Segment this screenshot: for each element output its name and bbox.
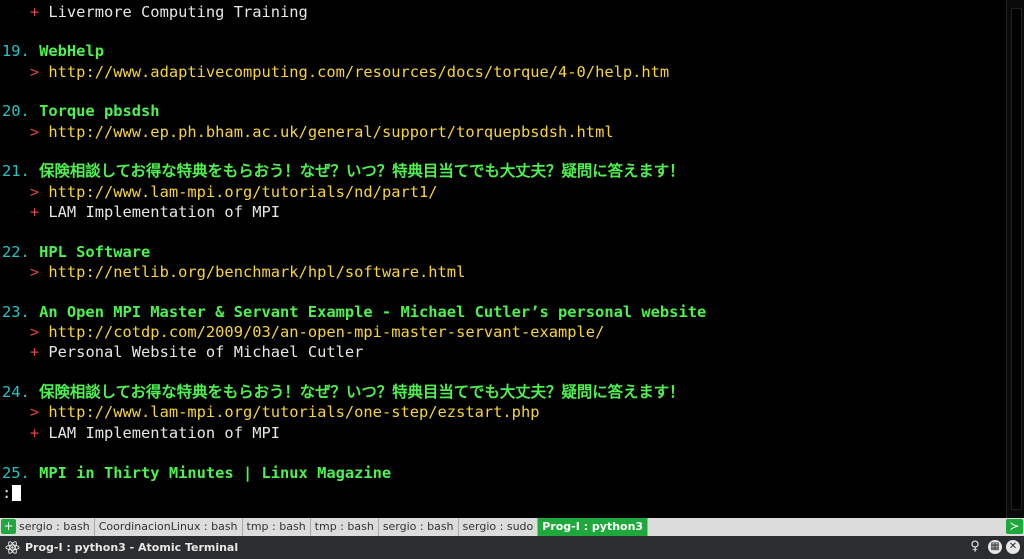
prompt-symbol: : — [2, 484, 12, 502]
result-title-line: 23. An Open MPI Master & Servant Example… — [2, 302, 706, 322]
terminal-icon[interactable]: ≻ — [1006, 519, 1023, 534]
window-status-bar: Prog-I : python3 - Atomic Terminal ♀ ▦ ✕ — [0, 536, 1024, 559]
result-title-line: 25. MPI in Thirty Minutes | Linux Magazi… — [2, 463, 391, 483]
result-url-line: > http://cotdp.com/2009/03/an-open-mpi-m… — [2, 322, 605, 342]
result-description-line: + LAM Implementation of MPI — [2, 423, 280, 443]
result-url-line: > http://www.lam-mpi.org/tutorials/nd/pa… — [2, 182, 438, 202]
result-url[interactable]: http://www.adaptivecomputing.com/resourc… — [48, 63, 669, 81]
description-marker: + — [29, 343, 40, 361]
result-number: 19. — [2, 42, 30, 60]
result-url[interactable]: http://www.lam-mpi.org/tutorials/nd/part… — [48, 183, 437, 201]
result-number: 23. — [2, 303, 30, 321]
text-cursor — [12, 485, 22, 501]
scrollbar-thumb[interactable] — [1011, 8, 1022, 510]
result-title: MPI in Thirty Minutes | Linux Magazine — [39, 464, 392, 482]
url-marker: > — [29, 63, 40, 81]
result-number: 22. — [2, 243, 30, 261]
tab-list: sergio : bash CoordinacionLinux : bash tmp… — [15, 518, 649, 536]
tab[interactable]: tmp : bash — [243, 518, 311, 536]
result-title: An Open MPI Master & Servant Example - M… — [39, 303, 707, 321]
url-marker: > — [29, 263, 40, 281]
bulb-icon[interactable]: ♀ — [968, 540, 982, 554]
result-title-line: 22. HPL Software — [2, 242, 150, 262]
terminal-scrollbar[interactable] — [1006, 0, 1024, 518]
description-marker: + — [29, 203, 40, 221]
result-title: WebHelp — [39, 42, 104, 60]
result-description: Personal Website of Michael Cutler — [48, 343, 364, 361]
result-url[interactable]: http://netlib.org/benchmark/hpl/software… — [48, 263, 465, 281]
result-description: LAM Implementation of MPI — [48, 424, 281, 442]
result-title: 保険相談してお得な特典をもらおう！なぜ？いつ？特典目当てでも大丈夫？疑問に答えま… — [39, 162, 685, 180]
description-marker: + — [29, 3, 40, 21]
tab-active[interactable]: Prog-I : python3 — [538, 518, 649, 536]
maximize-icon[interactable]: ▦ — [988, 540, 1002, 554]
result-url[interactable]: http://www.ep.ph.bham.ac.uk/general/supp… — [48, 123, 613, 141]
result-description-line: + Livermore Computing Training — [2, 2, 308, 22]
result-title-line: 19. WebHelp — [2, 41, 104, 61]
result-number: 20. — [2, 102, 30, 120]
result-title-line: 21. 保険相談してお得な特典をもらおう！なぜ？いつ？特典目当てでも大丈夫？疑問… — [2, 161, 685, 181]
result-title-line: 24. 保険相談してお得な特典をもらおう！なぜ？いつ？特典目当てでも大丈夫？疑問… — [2, 382, 685, 402]
result-url[interactable]: http://www.lam-mpi.org/tutorials/one-ste… — [48, 403, 539, 421]
result-description-line: + Personal Website of Michael Cutler — [2, 342, 364, 362]
terminal-tab-bar: + sergio : bash CoordinacionLinux : bash t… — [0, 518, 1024, 536]
input-prompt[interactable]: : — [2, 483, 22, 503]
url-marker: > — [29, 403, 40, 421]
result-title: Torque pbsdsh — [39, 102, 160, 120]
tab[interactable]: sergio : bash — [379, 518, 459, 536]
url-marker: > — [29, 123, 40, 141]
result-url-line: > http://www.adaptivecomputing.com/resou… — [2, 62, 669, 82]
terminal-plus-icon[interactable]: + — [1, 519, 16, 534]
result-description-line: + LAM Implementation of MPI — [2, 202, 280, 222]
result-description: Livermore Computing Training — [48, 3, 308, 21]
tab[interactable]: tmp : bash — [311, 518, 379, 536]
result-url-line: > http://netlib.org/benchmark/hpl/softwa… — [2, 262, 466, 282]
url-marker: > — [29, 323, 40, 341]
result-number: 25. — [2, 464, 30, 482]
result-number: 24. — [2, 383, 30, 401]
result-title-line: 20. Torque pbsdsh — [2, 101, 160, 121]
result-number: 21. — [2, 162, 30, 180]
result-url-line: > http://www.ep.ph.bham.ac.uk/general/su… — [2, 122, 614, 142]
tab[interactable]: sergio : sudo — [459, 518, 539, 536]
result-description: LAM Implementation of MPI — [48, 203, 281, 221]
close-icon[interactable]: ✕ — [1006, 540, 1020, 554]
result-url[interactable]: http://cotdp.com/2009/03/an-open-mpi-mas… — [48, 323, 604, 341]
description-marker: + — [29, 424, 40, 442]
result-title: 保険相談してお得な特典をもらおう！なぜ？いつ？特典目当てでも大丈夫？疑問に答えま… — [39, 383, 685, 401]
terminal-output[interactable]: + Livermore Computing Training 19. WebHel… — [0, 0, 1006, 518]
result-url-line: > http://www.lam-mpi.org/tutorials/one-s… — [2, 402, 540, 422]
tab[interactable]: sergio : bash — [15, 518, 95, 536]
window-title: Prog-I : python3 - Atomic Terminal — [25, 541, 239, 554]
atom-icon — [5, 541, 20, 554]
result-title: HPL Software — [39, 243, 151, 261]
tab[interactable]: CoordinacionLinux : bash — [95, 518, 243, 536]
url-marker: > — [29, 183, 40, 201]
